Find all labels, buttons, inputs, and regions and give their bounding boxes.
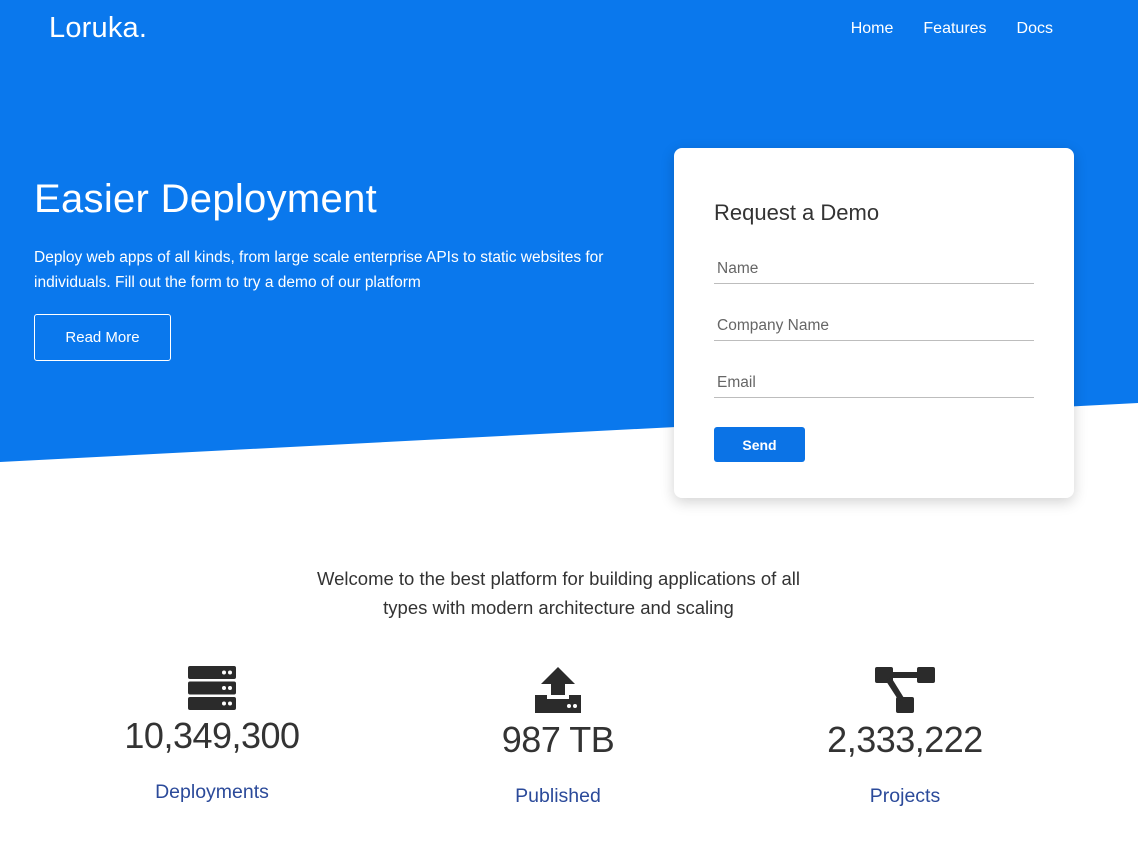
upload-icon [535,667,581,713]
request-demo-card: Request a Demo Send [674,148,1074,498]
welcome-text: Welcome to the best platform for buildin… [0,564,1117,622]
brand-logo[interactable]: Loruka. [49,12,147,45]
stat-label: Projects [869,785,941,807]
nav-docs-link[interactable]: Docs [1017,20,1053,38]
stat-number: 10,349,300 [124,715,300,756]
nav-links: Home Features Docs [851,20,1053,38]
hero-title: Easier Deployment [34,177,378,221]
hero-description: Deploy web apps of all kinds, from large… [34,249,604,291]
email-input[interactable] [714,368,1034,398]
request-demo-title: Request a Demo [714,200,880,225]
project-diagram-icon [875,667,935,713]
stat-label: Deployments [155,781,269,803]
read-more-button[interactable]: Read More [34,314,171,361]
stat-deployments: 10,349,300 Deployments [82,665,342,804]
stat-projects: 2,333,222 Projects [775,665,1035,808]
server-icon [188,666,236,710]
stat-label: Published [515,785,601,807]
send-button[interactable]: Send [714,427,805,462]
stat-published: 987 TB Published [428,665,688,808]
company-name-input[interactable] [714,311,1034,341]
stat-number: 2,333,222 [827,719,983,760]
nav-features-link[interactable]: Features [923,20,986,38]
stat-number: 987 TB [501,719,615,760]
welcome-line-2: types with modern architecture and scali… [383,597,734,618]
navbar: Loruka. Home Features Docs [0,0,1138,60]
nav-home-link[interactable]: Home [851,20,894,38]
welcome-line-1: Welcome to the best platform for buildin… [317,568,800,589]
name-input[interactable] [714,254,1034,284]
